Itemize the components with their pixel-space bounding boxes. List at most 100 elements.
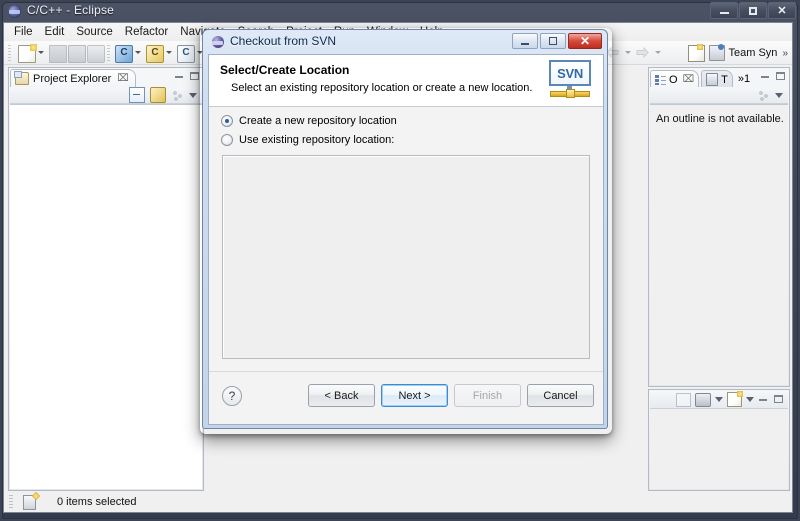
view-menu-dots-icon[interactable]: [757, 88, 770, 102]
new-c-project-dropdown-icon[interactable]: [135, 51, 141, 54]
menu-item-refactor[interactable]: Refactor: [119, 24, 174, 41]
menu-item-file[interactable]: File: [8, 24, 39, 41]
checkout-from-svn-dialog: Checkout from SVN ✕ Select/Create Locati…: [202, 29, 608, 429]
project-explorer-view: Project Explorer ⌧: [8, 67, 204, 491]
dialog-close-button[interactable]: ✕: [568, 33, 602, 49]
view-menu-caret-icon[interactable]: [189, 92, 197, 98]
repository-location-list[interactable]: [222, 155, 590, 359]
main-title-bar: C/C++ - Eclipse: [0, 0, 800, 22]
new-document-icon[interactable]: [18, 44, 37, 63]
forward-dropdown-icon[interactable]: [655, 51, 661, 54]
svn-logo-box: SVN: [549, 60, 591, 86]
radio-use-existing-repository-location[interactable]: Use existing repository location:: [221, 134, 394, 146]
print-icon[interactable]: [87, 45, 105, 63]
monitor-icon[interactable]: [695, 392, 711, 407]
view-menu-dots-icon[interactable]: [171, 88, 184, 102]
dialog-minimize-button[interactable]: [512, 33, 538, 49]
new-c-project-icon[interactable]: C: [115, 45, 133, 63]
status-bar: 0 items selected: [4, 492, 792, 512]
perspective-overflow-icon[interactable]: »: [782, 48, 788, 59]
maximize-view-icon[interactable]: [773, 394, 784, 405]
maximize-view-icon[interactable]: [775, 71, 786, 82]
close-icon[interactable]: ⌧: [683, 74, 695, 85]
window-controls: [710, 2, 796, 19]
dialog-header: Select/Create Location Select an existin…: [209, 55, 603, 107]
toolbar-grip[interactable]: [8, 45, 11, 61]
lower-right-content[interactable]: [650, 409, 788, 489]
view-menu-caret-icon[interactable]: [775, 92, 783, 98]
back-button[interactable]: < Back: [308, 384, 375, 407]
new-cpp-project-dropdown-icon[interactable]: [166, 51, 172, 54]
outline-empty-message: An outline is not available.: [656, 113, 784, 125]
dialog-title: Checkout from SVN: [230, 34, 337, 48]
perspective-switcher: Team Syn »: [687, 41, 792, 65]
selection-icon: [23, 494, 36, 510]
dialog-button-bar: ? < Back Next > Finish Cancel: [209, 371, 603, 424]
new-menu-caret-icon[interactable]: [746, 397, 754, 402]
dialog-content: Create a new repository location Use exi…: [209, 107, 603, 373]
menu-item-source[interactable]: Source: [70, 24, 118, 41]
monitor-menu-caret-icon[interactable]: [715, 397, 723, 402]
outline-content: An outline is not available.: [650, 104, 788, 385]
minimize-view-icon[interactable]: [174, 71, 185, 82]
dialog-header-description: Select an existing repository location o…: [231, 82, 533, 94]
radio-indicator-unselected[interactable]: [221, 134, 233, 146]
open-external-icon[interactable]: [676, 392, 691, 407]
collapse-all-icon[interactable]: [129, 87, 145, 103]
tab-outline[interactable]: O ⌧: [650, 70, 700, 88]
new-c-file-icon[interactable]: C: [177, 45, 195, 63]
menu-item-edit[interactable]: Edit: [39, 24, 71, 41]
tab-label-outline: O: [669, 73, 678, 86]
maximize-view-icon[interactable]: [189, 71, 200, 82]
window-title: C/C++ - Eclipse: [27, 3, 115, 17]
minimize-button[interactable]: [710, 2, 738, 19]
outline-toolbar: [650, 87, 788, 104]
save-icon[interactable]: [49, 45, 67, 63]
new-icon[interactable]: [727, 391, 743, 407]
tab-label: Project Explorer: [33, 72, 112, 85]
team-synchronizing-icon[interactable]: [708, 44, 725, 61]
eclipse-icon: [8, 5, 21, 18]
new-cpp-project-icon[interactable]: C: [146, 45, 164, 63]
close-icon[interactable]: ⌧: [117, 73, 129, 84]
open-perspective-icon[interactable]: [687, 44, 705, 62]
help-button[interactable]: ?: [222, 386, 242, 406]
minimize-view-icon[interactable]: [758, 394, 769, 405]
save-all-icon[interactable]: [68, 45, 86, 63]
tab-task-list[interactable]: T: [701, 70, 733, 88]
forward-arrow-icon[interactable]: [636, 47, 649, 58]
radio-label: Use existing repository location:: [239, 134, 395, 146]
tab-project-explorer[interactable]: Project Explorer ⌧: [10, 69, 136, 87]
status-bar-grip: [9, 495, 13, 509]
perspective-label-team-sync[interactable]: Team Syn: [729, 47, 778, 59]
status-text: 0 items selected: [57, 496, 137, 508]
new-document-dropdown-icon[interactable]: [38, 51, 44, 54]
radio-indicator-selected[interactable]: [221, 115, 233, 127]
maximize-button[interactable]: [739, 2, 767, 19]
project-explorer-tree[interactable]: [10, 104, 202, 489]
svn-logo-text: SVN: [557, 65, 583, 81]
project-explorer-tabfolder: Project Explorer ⌧: [8, 67, 204, 491]
outline-tab-strip: O ⌧ T »1: [650, 69, 754, 88]
radio-create-new-repository-location[interactable]: Create a new repository location: [221, 115, 397, 127]
dialog-title-bar: Checkout from SVN ✕: [203, 30, 607, 54]
task-list-icon: [706, 73, 719, 86]
toolbar-grip-2[interactable]: [107, 45, 110, 61]
dialog-maximize-button[interactable]: [540, 33, 566, 49]
eclipse-application-window: C/C++ - Eclipse File Edit Source Refacto…: [0, 0, 800, 521]
svn-logo: SVN: [549, 60, 591, 100]
tab-overflow-indicator[interactable]: »1: [735, 70, 754, 88]
link-with-editor-icon[interactable]: [150, 87, 166, 103]
svn-logo-base: [550, 89, 590, 98]
dialog-window-controls: ✕: [512, 33, 602, 49]
project-explorer-toolbar: [10, 87, 202, 104]
cancel-button[interactable]: Cancel: [527, 384, 594, 407]
dialog-header-title: Select/Create Location: [220, 63, 350, 77]
back-dropdown-icon[interactable]: [625, 51, 631, 54]
view-window-controls: [174, 71, 200, 82]
outline-icon: [655, 74, 666, 85]
next-button[interactable]: Next >: [381, 384, 448, 407]
tab-label-task-list: T: [721, 73, 728, 86]
minimize-view-icon[interactable]: [760, 71, 771, 82]
close-button[interactable]: [768, 2, 796, 19]
